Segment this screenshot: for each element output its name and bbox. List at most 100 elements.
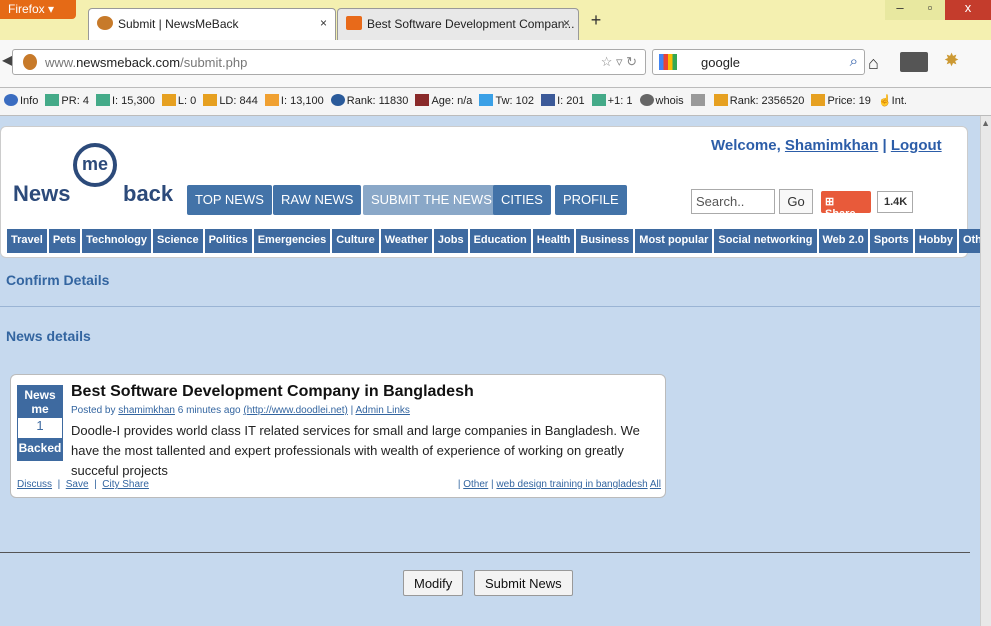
seo-index-label: I: 15,300: [112, 95, 155, 107]
category-science[interactable]: Science: [152, 229, 203, 253]
url-path: /submit.php: [180, 55, 248, 70]
go-button[interactable]: Go: [779, 189, 813, 214]
category-most-popular[interactable]: Most popular: [635, 229, 713, 253]
category-pets[interactable]: Pets: [48, 229, 81, 253]
search-magnifier-icon[interactable]: ⌕: [850, 53, 858, 70]
seo-price[interactable]: Price: 19: [811, 94, 871, 107]
category-travel[interactable]: Travel: [7, 229, 47, 253]
scroll-up-arrow-icon[interactable]: ▲: [981, 118, 990, 128]
category-politics[interactable]: Politics: [204, 229, 252, 253]
close-window-icon[interactable]: x: [945, 0, 991, 20]
nav-top-news[interactable]: TOP NEWS: [187, 185, 272, 215]
seo-age-label: Age: n/a: [431, 95, 473, 107]
twitter-icon: [479, 94, 494, 106]
source-icon: [690, 94, 705, 106]
backed-button[interactable]: Backed: [18, 438, 62, 460]
actions-divider: [0, 552, 970, 553]
seo-pr[interactable]: PR: 4: [45, 94, 89, 107]
archive-icon: [415, 94, 430, 106]
category-emergencies[interactable]: Emergencies: [253, 229, 331, 253]
seo-toolbar: Info PR: 4 I: 15,300 L: 0 LD: 844 I: 13,…: [0, 88, 991, 116]
nav-cities[interactable]: CITIES: [493, 185, 551, 215]
seo-rank2[interactable]: Rank: 2356520: [713, 94, 804, 107]
tab-best-software[interactable]: Best Software Development Compan... ×: [337, 8, 579, 40]
category-web-2-0[interactable]: Web 2.0: [818, 229, 868, 253]
seo-plusone[interactable]: +1: 1: [591, 94, 632, 107]
nav-profile[interactable]: PROFILE: [555, 185, 627, 215]
nav-raw-news[interactable]: RAW NEWS: [273, 185, 362, 215]
category-technology[interactable]: Technology: [82, 229, 151, 253]
seo-info[interactable]: Info: [4, 94, 38, 107]
category-sports[interactable]: Sports: [869, 229, 913, 253]
category-business[interactable]: Business: [576, 229, 634, 253]
seo-facebook-label: I: 201: [557, 95, 585, 107]
category-other[interactable]: Other: [958, 229, 980, 253]
new-tab-button[interactable]: +: [584, 10, 608, 34]
close-tab-icon[interactable]: ×: [320, 16, 327, 30]
browser-title-bar: Firefox ▾ Submit | NewsMeBack × Best Sof…: [0, 0, 991, 40]
site-search-input[interactable]: Search..: [691, 189, 775, 214]
news-title[interactable]: Best Software Development Company in Ban…: [71, 383, 474, 401]
discuss-link[interactable]: Discuss: [17, 479, 52, 490]
submit-news-button[interactable]: Submit News: [474, 570, 573, 596]
site-logo[interactable]: me News back: [13, 143, 183, 213]
category-hobby[interactable]: Hobby: [914, 229, 957, 253]
category-link[interactable]: Other: [463, 479, 488, 490]
category-social-networking[interactable]: Social networking: [714, 229, 817, 253]
city-share-link[interactable]: City Share: [102, 479, 149, 490]
category-weather[interactable]: Weather: [380, 229, 432, 253]
category-education[interactable]: Education: [469, 229, 531, 253]
seo-ld-label: LD: 844: [219, 95, 258, 107]
whois-icon: [639, 94, 654, 106]
window-controls: – ▫ x: [885, 0, 991, 20]
tag-link[interactable]: web design training in bangladesh: [496, 479, 647, 490]
seo-age[interactable]: Age: n/a: [415, 94, 472, 107]
news-actions: Discuss | Save | City Share: [17, 479, 149, 490]
bookmark-star-icon[interactable]: ☆ ▿ ↻: [601, 54, 637, 70]
logout-link[interactable]: Logout: [891, 137, 942, 154]
rank-icon: [713, 94, 728, 106]
addon-gear-icon[interactable]: ✸: [944, 50, 968, 74]
bookmarks-icon[interactable]: [900, 52, 928, 72]
seo-links[interactable]: L: 0: [161, 94, 196, 107]
url-domain: newsmeback.com: [76, 55, 181, 70]
maximize-icon[interactable]: ▫: [915, 0, 945, 20]
seo-facebook[interactable]: I: 201: [541, 94, 585, 107]
seo-bing-index[interactable]: I: 13,100: [264, 94, 324, 107]
modify-button[interactable]: Modify: [403, 570, 464, 596]
source-url-link[interactable]: (http://www.doodlei.net): [243, 405, 348, 416]
seo-alexa-rank[interactable]: Rank: 11830: [330, 94, 408, 107]
minimize-icon[interactable]: –: [885, 0, 915, 20]
save-link[interactable]: Save: [66, 479, 89, 490]
seo-google-index[interactable]: I: 15,300: [96, 94, 155, 107]
firefox-menu-button[interactable]: Firefox ▾: [0, 0, 76, 19]
url-prefix: www.: [45, 55, 77, 70]
category-culture[interactable]: Culture: [332, 229, 379, 253]
seo-int[interactable]: ☝Int.: [878, 94, 907, 107]
home-icon[interactable]: ⌂: [868, 53, 879, 74]
welcome-prefix: Welcome,: [711, 137, 781, 154]
nav-submit-the-news[interactable]: SUBMIT THE NEWS: [363, 185, 500, 215]
seo-ld[interactable]: LD: 844: [203, 94, 258, 107]
tab-submit-newsmeback[interactable]: Submit | NewsMeBack ×: [88, 8, 336, 40]
seo-twitter[interactable]: Tw: 102: [479, 94, 534, 107]
category-health[interactable]: Health: [532, 229, 575, 253]
vertical-scrollbar[interactable]: ▲: [980, 116, 991, 626]
google-icon: [96, 94, 110, 106]
username-link[interactable]: Shamimkhan: [785, 137, 878, 154]
share-button[interactable]: ⊞ Share: [821, 191, 871, 220]
seo-source[interactable]: [690, 94, 707, 107]
posted-by-line: Posted by shamimkhan 6 minutes ago (http…: [71, 405, 410, 416]
hand-icon: ☝: [877, 95, 892, 107]
all-link[interactable]: All: [650, 479, 661, 490]
search-bar[interactable]: google ⌕: [652, 49, 865, 75]
google-engine-icon[interactable]: [659, 54, 677, 70]
seo-whois[interactable]: whois: [639, 94, 684, 107]
welcome-separator: |: [882, 137, 887, 154]
url-bar[interactable]: www.newsmeback.com/submit.php ☆ ▿ ↻: [12, 49, 646, 75]
category-jobs[interactable]: Jobs: [433, 229, 468, 253]
news-details-heading: News details: [6, 328, 91, 344]
close-tab-icon[interactable]: ×: [563, 16, 570, 30]
author-link[interactable]: shamimkhan: [118, 405, 175, 416]
admin-links[interactable]: Admin Links: [355, 405, 409, 416]
